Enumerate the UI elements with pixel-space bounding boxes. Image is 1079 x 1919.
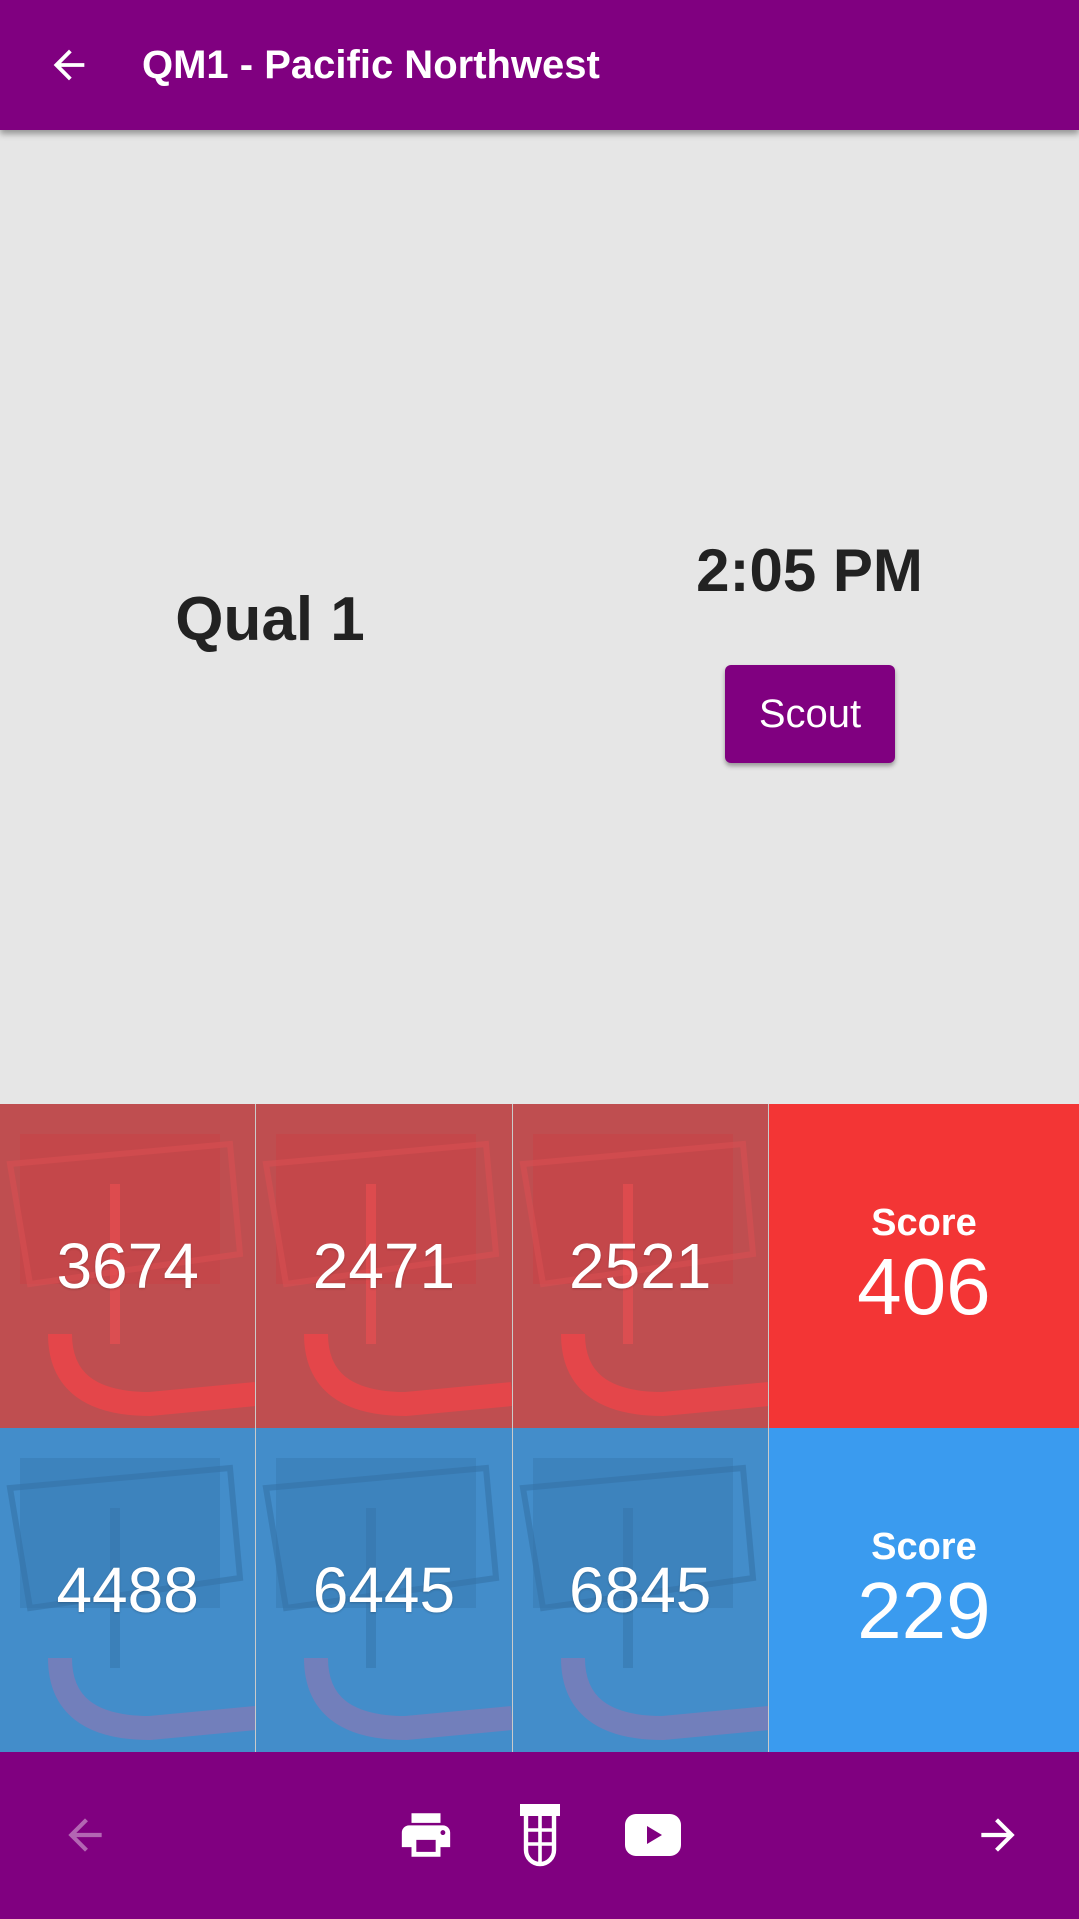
score-label: Score — [871, 1526, 977, 1568]
previous-match-button[interactable] — [52, 1802, 118, 1868]
team-cell-blue-3[interactable]: 6845 — [512, 1428, 769, 1752]
test-tube-button[interactable] — [507, 1802, 573, 1868]
arrow-left-icon — [53, 49, 85, 81]
score-value: 229 — [857, 1566, 991, 1655]
team-cell-blue-1[interactable]: 4488 — [0, 1428, 257, 1752]
team-number: 4488 — [56, 1554, 199, 1626]
score-value: 406 — [857, 1242, 991, 1331]
next-match-button[interactable] — [965, 1802, 1031, 1868]
arrow-right-icon — [981, 1818, 1015, 1852]
scout-button[interactable]: Scout — [725, 665, 895, 763]
team-cell-red-3[interactable]: 2521 — [512, 1104, 769, 1428]
red-alliance-row: 3674 2471 2521 Score 406 — [0, 1104, 1079, 1428]
youtube-icon — [625, 1814, 681, 1856]
match-time: 2:05 PM — [696, 537, 923, 604]
blue-score: Score 229 — [768, 1428, 1079, 1752]
team-cell-blue-2[interactable]: 6445 — [256, 1428, 513, 1752]
blue-alliance-row: 4488 6445 6845 Score 229 — [0, 1428, 1079, 1752]
app: QM1 - Pacific Northwest Qual 1 2:05 PM S… — [0, 0, 1079, 1919]
team-number: 3674 — [56, 1230, 199, 1302]
score-label: Score — [871, 1202, 977, 1244]
back-button[interactable] — [42, 38, 96, 92]
test-tube-icon — [520, 1804, 560, 1867]
team-number: 6445 — [312, 1554, 456, 1626]
arrow-left-icon — [68, 1818, 102, 1852]
app-bar: QM1 - Pacific Northwest — [0, 0, 1079, 130]
red-score: Score 406 — [768, 1104, 1079, 1428]
team-cell-red-2[interactable]: 2471 — [256, 1104, 513, 1428]
print-button[interactable] — [393, 1802, 459, 1868]
match-info: Qual 1 2:05 PM Scout — [0, 130, 1079, 1104]
page-title: QM1 - Pacific Northwest — [142, 43, 600, 87]
team-number: 2521 — [569, 1230, 712, 1302]
team-cell-red-1[interactable]: 3674 — [0, 1104, 257, 1428]
bottom-bar — [0, 1752, 1079, 1919]
youtube-button[interactable] — [620, 1802, 686, 1868]
team-number: 2471 — [312, 1230, 456, 1302]
team-number: 6845 — [569, 1554, 712, 1626]
match-name: Qual 1 — [175, 585, 365, 654]
printer-icon — [401, 1813, 451, 1857]
